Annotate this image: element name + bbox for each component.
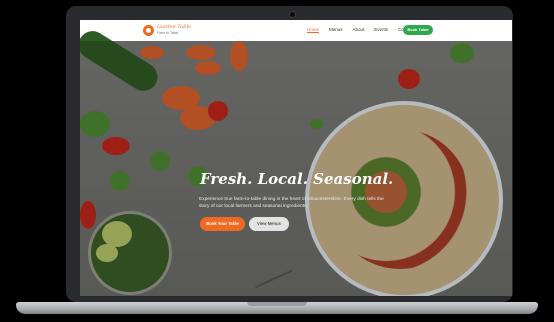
book-table-button[interactable]: Book Table — [403, 25, 433, 35]
view-menus-button[interactable]: View Menus — [249, 217, 289, 231]
hero-description: Experience true farm-to-table dining in … — [199, 197, 384, 209]
hero-title: Fresh. Local. Seasonal. — [200, 170, 394, 188]
logo-subtitle: Farm to Table — [157, 31, 179, 35]
nav-links: Home Menus About Events Contact — [307, 27, 414, 33]
webcam-icon — [289, 11, 296, 18]
nav-link-events[interactable]: Events — [374, 27, 388, 33]
logo-icon[interactable] — [143, 25, 154, 36]
book-your-table-button[interactable]: Book Your Table — [200, 217, 245, 231]
site-navbar: Garden Table Farm to Table Home Menus Ab… — [80, 20, 512, 41]
nav-link-home[interactable]: Home — [307, 27, 320, 33]
nav-link-about[interactable]: About — [353, 27, 365, 33]
hero-section: Fresh. Local. Seasonal. Experience true … — [80, 25, 512, 296]
hero-overlay — [80, 41, 512, 296]
laptop-notch — [247, 302, 307, 306]
laptop-screen: Garden Table Farm to Table Home Menus Ab… — [80, 20, 512, 296]
nav-link-menus[interactable]: Menus — [329, 27, 343, 33]
site-logo[interactable]: Garden Table Farm to Table — [157, 24, 191, 36]
